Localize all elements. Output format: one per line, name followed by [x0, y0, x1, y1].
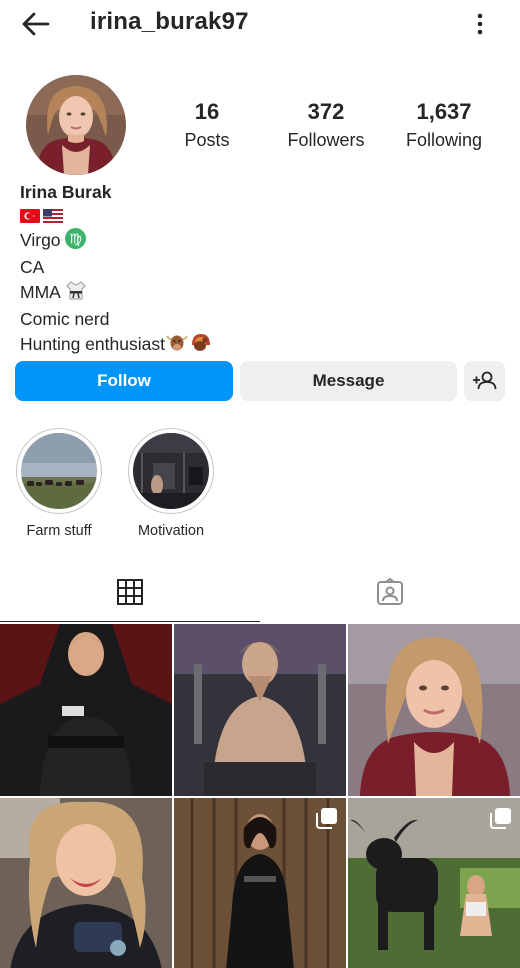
highlight-label: Farm stuff	[26, 523, 92, 539]
following-count: 1,637	[416, 99, 472, 124]
flags-line	[20, 204, 440, 228]
post-thumbnail-2[interactable]	[174, 624, 346, 796]
highlight-cover-motivation	[133, 433, 209, 509]
posts-grid	[0, 624, 520, 968]
profile-username: irina_burak97	[90, 8, 249, 35]
bio-line-hobby: Comic nerd	[20, 309, 110, 329]
flag-turkey-icon	[20, 205, 40, 223]
post-thumbnail-3[interactable]	[348, 624, 520, 796]
ox-icon	[165, 331, 189, 359]
post-thumbnail-5[interactable]	[174, 798, 346, 968]
post-thumbnail-4[interactable]	[0, 798, 172, 968]
profile-avatar[interactable]	[26, 75, 126, 175]
more-options-icon[interactable]	[466, 8, 494, 40]
display-name: Irina Burak	[20, 182, 112, 202]
bio-sign-text: Virgo	[20, 230, 61, 250]
back-arrow-icon[interactable]	[18, 8, 54, 40]
highlight-label: Motivation	[137, 523, 205, 539]
bio-line-sign: Virgo ♍	[20, 228, 440, 255]
posts-count: 16	[194, 99, 220, 124]
flag-usa-icon	[43, 205, 63, 223]
bio-line-location: CA	[20, 257, 45, 277]
turkey-icon	[189, 331, 213, 359]
top-bar: irina_burak97	[0, 0, 520, 46]
post-thumbnail-1[interactable]	[0, 624, 172, 796]
highlight-farm-stuff[interactable]: Farm stuff	[4, 428, 114, 539]
profile-bio: Irina Burak Virgo ♍ CA MMA Comic nerd Hu…	[20, 180, 440, 359]
martial-arts-uniform-icon	[65, 279, 87, 307]
svg-text:♍: ♍	[70, 232, 83, 248]
add-user-button[interactable]	[464, 361, 505, 401]
tab-grid-posts[interactable]	[0, 566, 260, 622]
bio-line-hunting: Hunting enthusiast	[20, 331, 440, 359]
posts-label: Posts	[184, 130, 230, 150]
grid-icon	[117, 579, 143, 605]
highlight-ring	[128, 428, 214, 514]
highlight-cover-farm	[21, 433, 97, 509]
message-button[interactable]: Message	[240, 361, 457, 401]
bio-hunting-text: Hunting enthusiast	[20, 334, 165, 354]
virgo-icon: ♍	[65, 228, 87, 255]
follow-button[interactable]: Follow	[15, 361, 233, 401]
bio-sport-text: MMA	[20, 282, 60, 302]
post-thumbnail-6[interactable]	[348, 798, 520, 968]
stat-following[interactable]: 1,637 Following	[394, 98, 494, 152]
highlight-motivation[interactable]: Motivation	[116, 428, 226, 539]
tagged-icon	[377, 578, 403, 605]
add-user-icon	[473, 371, 497, 390]
stat-posts[interactable]: 16 Posts	[167, 98, 247, 152]
multiple-posts-icon	[316, 808, 337, 829]
multiple-posts-icon	[490, 808, 511, 829]
following-label: Following	[405, 130, 483, 150]
followers-count: 372	[307, 99, 345, 124]
stat-followers[interactable]: 372 Followers	[276, 98, 376, 152]
followers-label: Followers	[287, 130, 365, 150]
tab-tagged-posts[interactable]	[260, 566, 520, 622]
bio-line-sport: MMA	[20, 279, 440, 307]
highlight-ring	[16, 428, 102, 514]
